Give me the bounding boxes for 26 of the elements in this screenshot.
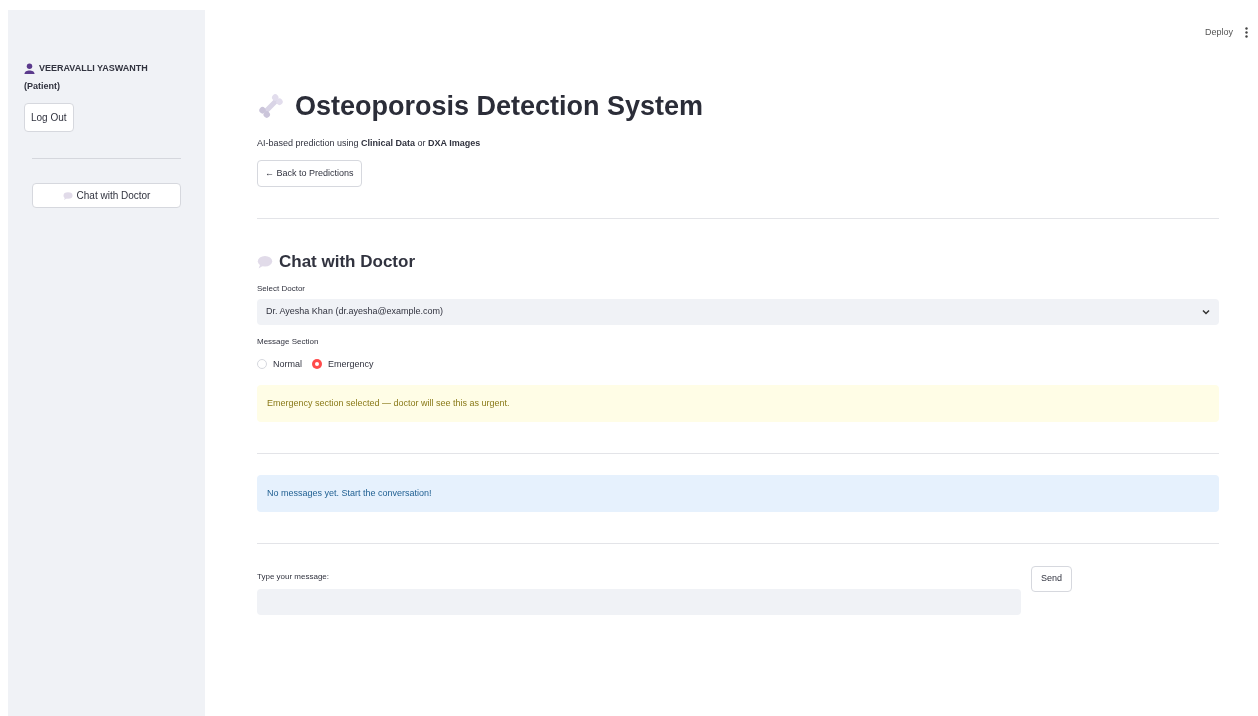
user-name: VEERAVALLI YASWANTH [39,62,148,75]
subtitle: AI-based prediction using Clinical Data or DXA Images [257,136,482,150]
user-role: (Patient) [24,79,61,93]
bone-icon [257,92,285,121]
speech-bubble-icon [62,190,73,201]
warning-alert: Emergency section selected — doctor will see this as urgent. [257,385,1219,422]
speech-bubble-icon [257,253,273,270]
section-heading: Chat with Doctor [279,251,415,273]
info-alert: No messages yet. Start the conversation! [257,475,1219,512]
radio-button[interactable] [257,359,267,370]
doctor-select[interactable]: Dr. Ayesha Khan (dr.ayesha@example.com) [257,298,1219,325]
deploy-button[interactable]: Deploy [1205,26,1233,40]
back-button[interactable]: ← Back to Predictions [257,160,362,187]
field-label: Select Doctor [257,282,307,295]
field-label: Message Section [257,335,320,348]
radio-button[interactable] [312,359,322,370]
more-icon[interactable] [1245,27,1248,39]
radio-label: Normal [273,357,302,371]
chevron-down-icon [1202,308,1210,315]
chat-nav-button[interactable]: Chat with Doctor [32,183,181,208]
page-title: Osteoporosis Detection System [295,90,704,123]
radio-label: Emergency [328,357,374,371]
send-button[interactable]: Send [1031,566,1073,592]
field-label: Type your message: [257,571,331,583]
user-icon [24,63,35,75]
logout-button[interactable]: Log Out [24,103,74,132]
